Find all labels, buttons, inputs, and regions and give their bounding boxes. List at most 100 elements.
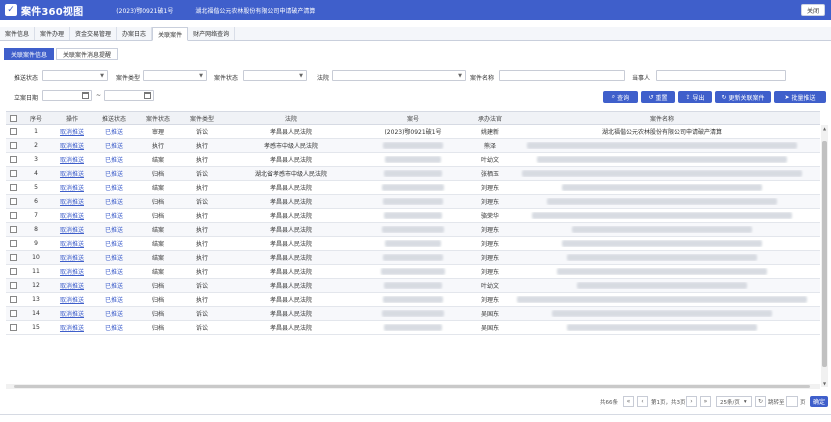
table-row[interactable]: 14 取消推送 已推送 归档 诉讼 孝昌县人民法院 吴国东 xyxy=(6,307,820,321)
update-related-button[interactable]: ↻ 更新关联案件 xyxy=(715,91,771,103)
row-case-name-cell xyxy=(512,170,812,177)
row-checkbox[interactable] xyxy=(9,142,17,149)
row-checkbox[interactable] xyxy=(9,170,17,177)
cancel-push-link[interactable]: 取消推送 xyxy=(60,325,84,332)
table-row[interactable]: 15 取消推送 已推送 归档 诉讼 孝昌县人民法院 吴国东 xyxy=(6,321,820,335)
row-checkbox[interactable] xyxy=(9,212,17,219)
row-push-status-cell: 已推送 xyxy=(92,183,136,192)
cancel-push-link[interactable]: 取消推送 xyxy=(60,311,84,318)
row-checkbox[interactable] xyxy=(9,128,17,135)
row-operation-cell: 取消推送 xyxy=(52,141,92,150)
row-checkbox[interactable] xyxy=(9,310,17,317)
jump-page-input[interactable] xyxy=(786,396,798,407)
subtab-related-alerts[interactable]: 关联案件消息提醒 xyxy=(56,48,119,60)
table-row[interactable]: 11 取消推送 已推送 结案 执行 孝昌县人民法院 刘理东 xyxy=(6,265,820,279)
row-checkbox[interactable] xyxy=(9,184,17,191)
subtab-related-info[interactable]: 关联案件信息 xyxy=(4,48,55,60)
tab-property-query[interactable]: 财产网络查询 xyxy=(188,27,236,40)
row-checkbox[interactable] xyxy=(9,282,17,289)
table-row[interactable]: 6 取消推送 已推送 归档 诉讼 孝昌县人民法院 刘理东 xyxy=(6,195,820,209)
cancel-push-link[interactable]: 取消推送 xyxy=(60,283,84,290)
cancel-push-link[interactable]: 取消推送 xyxy=(60,227,84,234)
vertical-scrollbar[interactable]: ▲ ▼ xyxy=(821,125,828,387)
row-checkbox[interactable] xyxy=(9,156,17,163)
table-row[interactable]: 1 取消推送 已推送 审理 诉讼 孝昌县人民法院 (2023)鄂0921破1号 姚建新 湖北福偕… xyxy=(6,125,820,139)
last-page-icon[interactable]: » xyxy=(700,396,711,407)
row-case-status: 归档 xyxy=(151,297,164,304)
reset-button[interactable]: ↺ 重置 xyxy=(641,91,675,103)
tab-fund-transaction[interactable]: 资金交易管理 xyxy=(70,27,118,40)
cancel-push-link[interactable]: 取消推送 xyxy=(60,143,84,150)
scrollbar-thumb[interactable] xyxy=(822,141,827,367)
table-row[interactable]: 12 取消推送 已推送 归档 诉讼 孝昌县人民法院 叶幼文 xyxy=(6,279,820,293)
row-case-number-cell xyxy=(358,226,468,233)
row-push-status-cell: 已推送 xyxy=(92,197,136,206)
push-status-select[interactable]: ▼ xyxy=(42,70,108,81)
tab-case-handling[interactable]: 案件办理 xyxy=(35,27,71,40)
case-type-select[interactable]: ▼ xyxy=(143,70,207,81)
table-row[interactable]: 13 取消推送 已推送 归档 执行 孝昌县人民法院 刘理东 xyxy=(6,293,820,307)
row-checkbox[interactable] xyxy=(9,254,17,261)
tab-related-cases[interactable]: 关联案件 xyxy=(152,27,189,41)
next-page-icon[interactable]: › xyxy=(686,396,697,407)
case-name-input[interactable] xyxy=(499,70,625,81)
cancel-push-link[interactable]: 取消推送 xyxy=(60,185,84,192)
export-button[interactable]: ⇪ 导出 xyxy=(678,91,712,103)
table-row[interactable]: 9 取消推送 已推送 结案 执行 孝昌县人民法院 刘理东 xyxy=(6,237,820,251)
row-checkbox[interactable] xyxy=(9,296,17,303)
page-size-select[interactable]: 25条/页 ▾ xyxy=(716,396,752,407)
scroll-up-icon[interactable]: ▲ xyxy=(821,125,828,132)
cancel-push-link[interactable]: 取消推送 xyxy=(60,297,84,304)
table-row[interactable]: 7 取消推送 已推送 归档 执行 孝昌县人民法院 骆荣华 xyxy=(6,209,820,223)
tab-case-info[interactable]: 案件信息 xyxy=(0,27,36,40)
table-row[interactable]: 10 取消推送 已推送 结案 执行 孝昌县人民法院 刘理东 xyxy=(6,251,820,265)
table-row[interactable]: 4 取消推送 已推送 归档 诉讼 湖北省孝感市中级人民法院 张栖玉 xyxy=(6,167,820,181)
row-case-status: 归档 xyxy=(151,325,164,332)
row-case-name-cell xyxy=(512,212,812,219)
refresh-page-icon[interactable]: ↻ xyxy=(755,396,766,407)
row-operation-cell: 取消推送 xyxy=(52,253,92,262)
court-select[interactable]: ▼ xyxy=(332,70,466,81)
h-scrollbar-thumb[interactable] xyxy=(14,385,810,388)
row-court: 孝昌县人民法院 xyxy=(269,311,312,318)
table-row[interactable]: 5 取消推送 已推送 结案 执行 孝昌县人民法院 刘理东 xyxy=(6,181,820,195)
case-status-select[interactable]: ▼ xyxy=(243,70,307,81)
filing-date-end[interactable] xyxy=(104,90,154,101)
row-index: 9 xyxy=(34,240,38,247)
table-row[interactable]: 2 取消推送 已推送 执行 执行 孝感市中级人民法院 熊泽 xyxy=(6,139,820,153)
first-page-icon[interactable]: « xyxy=(623,396,634,407)
row-checkbox[interactable] xyxy=(9,198,17,205)
select-all-checkbox[interactable] xyxy=(9,114,17,122)
jump-confirm-button[interactable]: 确定 xyxy=(810,396,828,407)
query-button[interactable]: ⌕ 查询 xyxy=(603,91,638,103)
row-checkbox[interactable] xyxy=(9,324,17,331)
close-button[interactable]: 关闭 xyxy=(801,4,825,16)
table-row[interactable]: 3 取消推送 已推送 结案 执行 孝昌县人民法院 叶幼文 xyxy=(6,153,820,167)
table-row[interactable]: 8 取消推送 已推送 结案 执行 孝昌县人民法院 刘理东 xyxy=(6,223,820,237)
row-push-status-cell: 已推送 xyxy=(92,141,136,150)
batch-push-button[interactable]: ➤ 批量推送 xyxy=(774,91,826,103)
row-case-status: 结案 xyxy=(151,241,164,248)
row-checkbox[interactable] xyxy=(9,226,17,233)
row-checkbox[interactable] xyxy=(9,240,17,247)
scroll-down-icon[interactable]: ▼ xyxy=(821,380,828,387)
row-operation-cell: 取消推送 xyxy=(52,169,92,178)
prev-page-icon[interactable]: ‹ xyxy=(637,396,648,407)
cancel-push-link[interactable]: 取消推送 xyxy=(60,255,84,262)
cancel-push-link[interactable]: 取消推送 xyxy=(60,213,84,220)
push-status-text: 已推送 xyxy=(104,311,123,318)
party-input[interactable] xyxy=(656,70,786,81)
cancel-push-link[interactable]: 取消推送 xyxy=(60,199,84,206)
cancel-push-link[interactable]: 取消推送 xyxy=(60,241,84,248)
row-checkbox[interactable] xyxy=(9,268,17,275)
cancel-push-link[interactable]: 取消推送 xyxy=(60,157,84,164)
cancel-push-link[interactable]: 取消推送 xyxy=(60,129,84,136)
row-operation-cell: 取消推送 xyxy=(52,295,92,304)
row-case-number-cell xyxy=(358,212,468,219)
cancel-push-link[interactable]: 取消推送 xyxy=(60,269,84,276)
tab-case-log[interactable]: 办案日志 xyxy=(117,27,153,40)
cancel-push-link[interactable]: 取消推送 xyxy=(60,171,84,178)
row-case-name-cell: 湖北福偕公元农林股份有限公司申请破产清算 xyxy=(512,127,812,136)
filing-date-start[interactable] xyxy=(42,90,92,101)
horizontal-scrollbar[interactable] xyxy=(6,384,820,389)
